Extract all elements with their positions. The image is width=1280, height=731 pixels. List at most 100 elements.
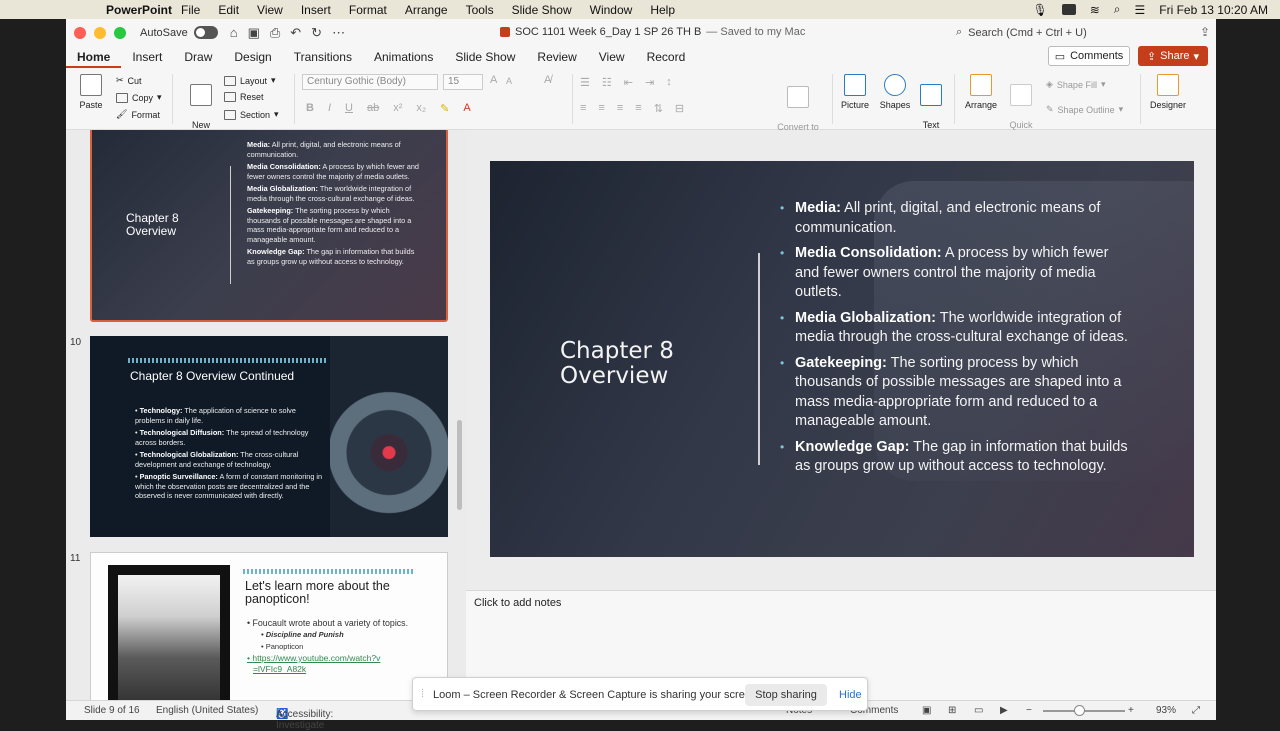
battery-icon[interactable] xyxy=(1061,4,1076,15)
bold-icon[interactable]: B xyxy=(306,102,314,115)
thumbnail-slide-11[interactable]: Let's learn more about the panopticon! •… xyxy=(90,552,448,710)
cut-button[interactable]: ✂ Cut xyxy=(116,75,142,86)
strikethrough-icon[interactable]: ab xyxy=(367,102,379,115)
tab-animations[interactable]: Animations xyxy=(363,46,444,68)
picture-button[interactable]: Picture xyxy=(838,74,872,110)
autosave-toggle[interactable] xyxy=(193,26,218,39)
shape-outline-button[interactable]: ✎ Shape Outline ▾ xyxy=(1046,104,1123,115)
control-center-icon[interactable]: ☰ xyxy=(1135,3,1146,17)
comments-button[interactable]: ▭ Comments xyxy=(1048,46,1130,66)
collaborate-icon[interactable]: ⇪ xyxy=(1200,25,1210,39)
home-icon[interactable]: ⌂ xyxy=(230,25,238,41)
menu-format[interactable]: Format xyxy=(349,3,387,17)
align-left-icon[interactable]: ≡ xyxy=(580,102,586,115)
thumbnail-slide-9[interactable]: Chapter 8 Overview Media: All print, dig… xyxy=(90,130,448,322)
highlight-icon[interactable]: ✎ xyxy=(440,102,449,115)
align-text-icon[interactable]: ⊟ xyxy=(675,102,684,115)
increase-indent-icon[interactable]: ⇥ xyxy=(645,76,654,89)
paste-button[interactable]: Paste xyxy=(76,74,106,110)
hide-button[interactable]: Hide xyxy=(839,689,862,701)
minimize-window-button[interactable] xyxy=(94,26,106,39)
arrange-button[interactable]: Arrange xyxy=(962,74,1000,110)
menu-app-name[interactable]: PowerPoint xyxy=(106,3,172,17)
increase-font-icon[interactable]: A xyxy=(490,74,497,86)
menu-window[interactable]: Window xyxy=(590,3,633,17)
undo-icon[interactable]: ↶ xyxy=(290,25,301,41)
zoom-in-icon[interactable]: + xyxy=(1128,705,1134,716)
justify-icon[interactable]: ≡ xyxy=(635,102,641,115)
decrease-indent-icon[interactable]: ⇤ xyxy=(624,76,633,89)
numbering-icon[interactable]: ☷ xyxy=(602,76,612,89)
tab-record[interactable]: Record xyxy=(636,46,697,68)
stop-sharing-button[interactable]: Stop sharing xyxy=(745,684,827,706)
thumbnail-slide-10[interactable]: Chapter 8 Overview Continued • Technolog… xyxy=(90,336,448,537)
shapes-button[interactable]: Shapes xyxy=(878,74,912,110)
decrease-font-icon[interactable]: A xyxy=(506,76,512,86)
text-direction-icon[interactable]: ⇅ xyxy=(654,102,663,115)
fit-to-window-icon[interactable]: ⤢ xyxy=(1192,705,1200,716)
current-slide[interactable]: Chapter 8 Overview Media: All print, dig… xyxy=(490,161,1194,557)
zoom-slider-thumb[interactable] xyxy=(1074,705,1086,716)
menu-edit[interactable]: Edit xyxy=(218,3,239,17)
normal-view-icon[interactable]: ▣ xyxy=(922,705,931,716)
notes-placeholder[interactable]: Click to add notes xyxy=(474,597,561,609)
align-right-icon[interactable]: ≡ xyxy=(617,102,623,115)
shape-fill-button[interactable]: ◈ Shape Fill ▾ xyxy=(1046,79,1105,90)
zoom-out-icon[interactable]: − xyxy=(1026,705,1032,716)
font-size-dropdown[interactable]: 15 xyxy=(443,74,483,90)
menu-arrange[interactable]: Arrange xyxy=(405,3,448,17)
more-icon[interactable]: ⋯ xyxy=(332,25,345,41)
underline-icon[interactable]: U xyxy=(345,102,353,115)
tab-review[interactable]: Review xyxy=(526,46,587,68)
zoom-window-button[interactable] xyxy=(114,26,126,39)
document-title[interactable]: SOC 1101 Week 6_Day 1 SP 26 TH B — Saved… xyxy=(500,26,805,38)
thumbnail-11-link[interactable]: • https://www.youtube.com/watch?v =lVFIc9… xyxy=(247,653,437,675)
tab-transitions[interactable]: Transitions xyxy=(283,46,363,68)
slide-thumbnail-pane[interactable]: Chapter 8 Overview Media: All print, dig… xyxy=(66,130,466,710)
language-status[interactable]: English (United States) xyxy=(156,705,258,716)
microphone-icon[interactable]: 🎙 xyxy=(1032,3,1047,17)
share-button[interactable]: ⇪ Share ▾ xyxy=(1138,46,1208,66)
save-icon[interactable]: ▣ xyxy=(248,25,260,41)
search-input[interactable]: ⌕ Search (Cmd + Ctrl + U) xyxy=(956,24,1186,41)
line-spacing-icon[interactable]: ↕ xyxy=(666,76,672,89)
font-color-icon[interactable]: A xyxy=(463,102,470,115)
redo-icon[interactable]: ↻ xyxy=(311,25,322,41)
section-button[interactable]: Section ▾ xyxy=(224,109,279,120)
spotlight-search-icon[interactable]: ⌕ xyxy=(1114,2,1121,17)
tab-slide-show[interactable]: Slide Show xyxy=(444,46,526,68)
menu-tools[interactable]: Tools xyxy=(466,3,494,17)
thumbnail-scrollbar[interactable] xyxy=(457,420,462,510)
menu-insert[interactable]: Insert xyxy=(301,3,331,17)
clear-formatting-icon[interactable]: A̸ xyxy=(544,74,551,86)
menu-file[interactable]: File xyxy=(181,3,200,17)
slide-title[interactable]: Chapter 8 Overview xyxy=(560,339,674,389)
wifi-icon[interactable]: ≋ xyxy=(1090,3,1100,17)
slide-sorter-icon[interactable]: ⊞ xyxy=(948,705,956,716)
copy-button[interactable]: Copy ▾ xyxy=(116,92,162,103)
italic-icon[interactable]: I xyxy=(328,102,331,115)
reset-button[interactable]: Reset xyxy=(224,92,264,102)
tab-insert[interactable]: Insert xyxy=(121,46,173,68)
tab-draw[interactable]: Draw xyxy=(173,46,223,68)
tab-design[interactable]: Design xyxy=(223,46,282,68)
tab-view[interactable]: View xyxy=(588,46,636,68)
designer-button[interactable]: Designer xyxy=(1148,74,1188,110)
clock[interactable]: Fri Feb 13 10:20 AM xyxy=(1159,3,1268,17)
drag-handle-icon[interactable]: ⁞ xyxy=(421,688,424,700)
close-window-button[interactable] xyxy=(74,26,86,39)
menu-slide-show[interactable]: Slide Show xyxy=(512,3,572,17)
tab-home[interactable]: Home xyxy=(66,46,122,68)
align-center-icon[interactable]: ≡ xyxy=(598,102,604,115)
slideshow-view-icon[interactable]: ▶ xyxy=(1000,705,1008,716)
subscript-icon[interactable]: x₂ xyxy=(416,102,426,115)
superscript-icon[interactable]: x² xyxy=(393,102,402,115)
layout-button[interactable]: Layout ▾ xyxy=(224,75,276,86)
menu-view[interactable]: View xyxy=(257,3,283,17)
format-painter-button[interactable]: 🖌 Format xyxy=(116,109,160,120)
reading-view-icon[interactable]: ▭ xyxy=(974,705,983,716)
zoom-level[interactable]: 93% xyxy=(1156,705,1176,716)
font-name-dropdown[interactable]: Century Gothic (Body) xyxy=(302,74,438,90)
menu-help[interactable]: Help xyxy=(650,3,675,17)
slide-bullet-list[interactable]: Media: All print, digital, and electroni… xyxy=(780,199,1130,483)
